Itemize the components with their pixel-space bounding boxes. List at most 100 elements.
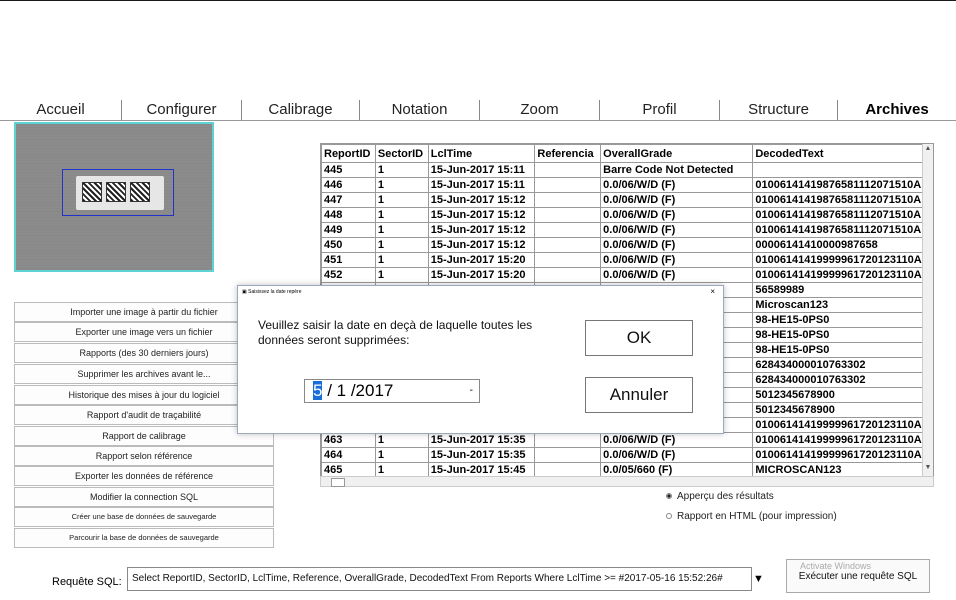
table-header-row: ReportID SectorID LclTime Referencia Overall…: [321, 144, 933, 163]
table-row[interactable]: 450 1 15-Jun-2017 15:12 0.0/06/W/D (F) 00006…: [321, 237, 933, 253]
radio-preview-label: Apperçu des résultats: [677, 491, 774, 502]
table-row[interactable]: 447 1 15-Jun-2017 15:12 0.0/06/W/D (F) 01006…: [321, 192, 933, 208]
column-header[interactable]: LclTime: [427, 144, 536, 163]
audit-report-button[interactable]: Rapport d'audit de traçabilité: [14, 405, 274, 425]
modify-sql-connection-button[interactable]: Modifier la connection SQL: [14, 487, 274, 507]
table-row[interactable]: 464 1 15-Jun-2017 15:35 0.0/06/W/D (F) 01006…: [321, 447, 933, 463]
tab-structure[interactable]: Structure: [720, 100, 838, 120]
table-cell: 5012345678900: [752, 402, 933, 418]
column-header[interactable]: DecodedText: [752, 144, 933, 163]
scroll-down-icon[interactable]: ▼: [923, 463, 933, 473]
table-cell: 628434000010763302: [752, 372, 933, 388]
region-of-interest[interactable]: [62, 169, 174, 216]
chevron-down-icon[interactable]: ▼: [753, 573, 764, 585]
table-cell: [534, 207, 602, 223]
table-cell: 15-Jun-2017 15:20: [427, 267, 536, 283]
table-cell: 0.0/06/W/D (F): [600, 432, 754, 448]
table-cell: 0100614141999996172012311​0A: [752, 447, 933, 463]
browse-backup-db-button[interactable]: Parcourir la base de données de sauvegar…: [14, 528, 274, 548]
table-cell: 0.0/06/W/D (F): [600, 222, 754, 238]
tab-profil[interactable]: Profil: [600, 100, 720, 120]
tab-calibrage[interactable]: Calibrage: [242, 100, 360, 120]
column-header[interactable]: OverallGrade: [600, 144, 754, 163]
column-header[interactable]: ReportID: [321, 144, 376, 163]
table-cell: 1: [374, 432, 429, 448]
table-cell: [752, 162, 933, 178]
table-cell: [534, 222, 602, 238]
date-rest-field[interactable]: / 1 /2017: [322, 381, 393, 400]
table-cell: 446: [321, 177, 376, 193]
table-cell: 0100614141999996172012311​0A: [752, 252, 933, 268]
table-cell: [534, 267, 602, 283]
table-cell: 1: [374, 222, 429, 238]
vertical-scrollbar[interactable]: ▲ ▼: [922, 144, 933, 485]
tab-configurer[interactable]: Configurer: [122, 100, 242, 120]
table-cell: 0.0/06/W/D (F): [600, 207, 754, 223]
table-row[interactable]: 451 1 15-Jun-2017 15:20 0.0/06/W/D (F) 01006…: [321, 252, 933, 268]
table-cell: 1: [374, 237, 429, 253]
table-cell: 15-Jun-2017 15:12: [427, 237, 536, 253]
table-cell: 0100614141987658111207151​0A: [752, 192, 933, 208]
horizontal-scrollbar[interactable]: [320, 476, 934, 487]
table-row[interactable]: 446 1 15-Jun-2017 15:11 0.0/06/W/D (F) 01006…: [321, 177, 933, 193]
export-reference-button[interactable]: Exporter les données de référence: [14, 466, 274, 486]
import-image-button[interactable]: Importer une image à partir du fichier: [14, 302, 274, 322]
table-cell: [534, 432, 602, 448]
cancel-button[interactable]: Annuler: [585, 377, 693, 413]
sql-query-input[interactable]: Select ReportID, SectorID, LclTime, Refe…: [127, 567, 752, 591]
table-cell: 5012345678900: [752, 387, 933, 403]
table-cell: 0.0/06/W/D (F): [600, 177, 754, 193]
ok-button[interactable]: OK: [585, 320, 693, 356]
table-cell: 56589989: [752, 282, 933, 298]
table-cell: 0.0/06/W/D (F): [600, 252, 754, 268]
tab-accueil[interactable]: Accueil: [0, 100, 122, 120]
table-cell: 0100614141987658111207151​0A: [752, 222, 933, 238]
table-row[interactable]: 445 1 15-Jun-2017 15:11 Barre Code Not Dete…: [321, 162, 933, 178]
table-row[interactable]: 448 1 15-Jun-2017 15:12 0.0/06/W/D (F) 01006…: [321, 207, 933, 223]
radio-checked-icon[interactable]: [666, 493, 672, 500]
close-icon[interactable]: ×: [710, 286, 715, 298]
scroll-up-icon[interactable]: ▲: [923, 144, 933, 154]
column-header[interactable]: SectorID: [374, 144, 429, 163]
chevron-down-icon[interactable]: -: [470, 380, 473, 402]
software-history-button[interactable]: Historique des mises à jour du logiciel: [14, 385, 274, 405]
table-row[interactable]: 449 1 15-Jun-2017 15:12 0.0/06/W/D (F) 01006…: [321, 222, 933, 238]
column-header[interactable]: Referencia: [534, 144, 602, 163]
export-image-button[interactable]: Exporter une image vers un fichier: [14, 322, 274, 342]
table-cell: 15-Jun-2017 15:35: [427, 447, 536, 463]
table-cell: 00006141410000987658: [752, 237, 933, 253]
table-cell: 98-HE15-0PS0: [752, 312, 933, 328]
table-cell: 0.0/06/W/D (F): [600, 237, 754, 253]
table-cell: Microscan123: [752, 297, 933, 313]
tab-notation[interactable]: Notation: [360, 100, 480, 120]
table-row[interactable]: 463 1 15-Jun-2017 15:35 0.0/06/W/D (F) 01006…: [321, 432, 933, 448]
table-cell: 15-Jun-2017 15:11: [427, 177, 536, 193]
camera-image: [14, 122, 214, 272]
table-cell: 0.0/06/W/D (F): [600, 447, 754, 463]
reference-report-button[interactable]: Rapport selon référence: [14, 446, 274, 466]
delete-archives-button[interactable]: Supprimer les archives avant le...: [14, 364, 274, 384]
table-cell: 1: [374, 447, 429, 463]
app-icon: ▣: [242, 289, 247, 295]
radio-preview[interactable]: Apperçu des résultats: [666, 491, 774, 502]
calibration-report-button[interactable]: Rapport de calibrage: [14, 426, 274, 446]
tab-bar: Accueil Configurer Calibrage Notation Zo…: [0, 100, 956, 121]
table-cell: 1: [374, 192, 429, 208]
create-backup-db-button[interactable]: Créer une base de données de sauvegarde: [14, 507, 274, 527]
tab-archives[interactable]: Archives: [838, 100, 956, 120]
radio-unchecked-icon[interactable]: [666, 513, 672, 520]
table-row[interactable]: 452 1 15-Jun-2017 15:20 0.0/06/W/D (F) 01006…: [321, 267, 933, 283]
table-cell: 451: [321, 252, 376, 268]
reports-30-days-button[interactable]: Rapports (des 30 derniers jours): [14, 343, 274, 363]
table-cell: 0100614141987658111207151​0A: [752, 177, 933, 193]
scroll-thumb[interactable]: [331, 478, 345, 487]
table-cell: [534, 192, 602, 208]
table-cell: 98-HE15-0PS0: [752, 342, 933, 358]
table-cell: 0.0/06/W/D (F): [600, 192, 754, 208]
date-picker[interactable]: 5 / 1 /2017 -: [304, 379, 480, 403]
table-cell: [534, 252, 602, 268]
table-cell: 1: [374, 252, 429, 268]
radio-html-report[interactable]: Rapport en HTML (pour impression): [666, 511, 837, 522]
table-cell: 1: [374, 177, 429, 193]
tab-zoom[interactable]: Zoom: [480, 100, 600, 120]
